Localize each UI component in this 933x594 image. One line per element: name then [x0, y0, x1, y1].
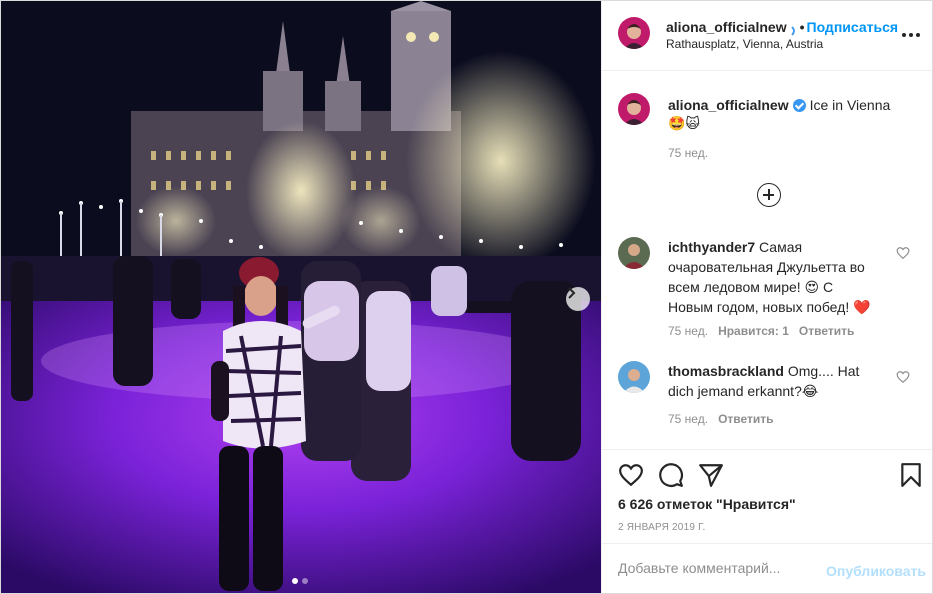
comment-input[interactable] — [618, 560, 818, 576]
post-date[interactable]: 2 января 2019 г. — [618, 522, 705, 533]
paper-plane-icon[interactable] — [698, 462, 724, 488]
chevron-right-icon — [568, 287, 576, 299]
verified-icon — [790, 23, 798, 36]
comments-area[interactable]: aliona_officialnew Ice in Vienna 🤩🙀 75 не… — [602, 71, 932, 449]
post-actions: 6 626 отметок "Нравится" 2 января 2019 г… — [602, 449, 932, 543]
post-header: aliona_officialnew • Подписаться Rathauspl… — [602, 1, 932, 71]
more-options-icon[interactable] — [902, 27, 922, 43]
comment-text-block: ichthyander7 Самая очаровательная Джулье… — [668, 237, 878, 317]
caption-username[interactable]: aliona_officialnew — [668, 97, 789, 113]
comment-username[interactable]: ichthyander7 — [668, 239, 755, 255]
comment-text-block: thomasbrackland Omg.... Hat dich jemand … — [668, 361, 878, 401]
caption-text-block: aliona_officialnew Ice in Vienna 🤩🙀 — [668, 96, 908, 132]
carousel-indicator — [292, 578, 308, 584]
carousel-next-button[interactable] — [566, 287, 590, 311]
commenter-avatar[interactable] — [618, 237, 650, 269]
post-dialog: aliona_officialnew • Подписаться Rathauspl… — [0, 0, 933, 594]
plus-circle-icon[interactable] — [757, 183, 781, 207]
reply-button[interactable]: Ответить — [718, 412, 773, 426]
photo-illustration — [1, 1, 601, 593]
likes-count[interactable]: 6 626 отметок "Нравится" — [618, 496, 796, 512]
heart-outline-icon[interactable] — [618, 462, 644, 488]
add-comment-bar: Опубликовать — [602, 543, 932, 593]
header-user-line: aliona_officialnew • Подписаться — [666, 19, 899, 36]
comment-like-heart-icon[interactable] — [896, 370, 910, 384]
comment-time[interactable]: 75 нед. — [668, 324, 708, 338]
carousel-dot-active — [292, 578, 298, 584]
verified-badge-icon — [792, 99, 806, 112]
comment-meta: 75 нед. Нравится: 1 Ответить — [668, 324, 864, 338]
comment-meta: 75 нед. Ответить — [668, 412, 784, 426]
comment-time[interactable]: 75 нед. — [668, 412, 708, 426]
comment-like-heart-icon[interactable] — [896, 246, 910, 260]
author-avatar[interactable] — [618, 17, 650, 49]
carousel-dot — [302, 578, 308, 584]
publish-button[interactable]: Опубликовать — [826, 563, 926, 579]
caption-avatar[interactable] — [618, 93, 650, 125]
caption-time[interactable]: 75 нед. — [668, 146, 708, 160]
comment-bubble-icon[interactable] — [658, 462, 684, 488]
comment-likes-count[interactable]: Нравится: 1 — [718, 324, 789, 338]
commenter-avatar[interactable] — [618, 361, 650, 393]
bookmark-icon[interactable] — [898, 462, 924, 488]
post-details-panel: aliona_officialnew • Подписаться Rathauspl… — [601, 1, 932, 593]
reply-button[interactable]: Ответить — [799, 324, 854, 338]
post-location[interactable]: Rathausplatz, Vienna, Austria — [666, 37, 823, 51]
post-photo[interactable] — [1, 1, 601, 593]
header-separator: • — [799, 19, 805, 35]
follow-button[interactable]: Подписаться — [807, 19, 899, 35]
author-username[interactable]: aliona_officialnew — [666, 19, 787, 35]
comment-username[interactable]: thomasbrackland — [668, 363, 784, 379]
